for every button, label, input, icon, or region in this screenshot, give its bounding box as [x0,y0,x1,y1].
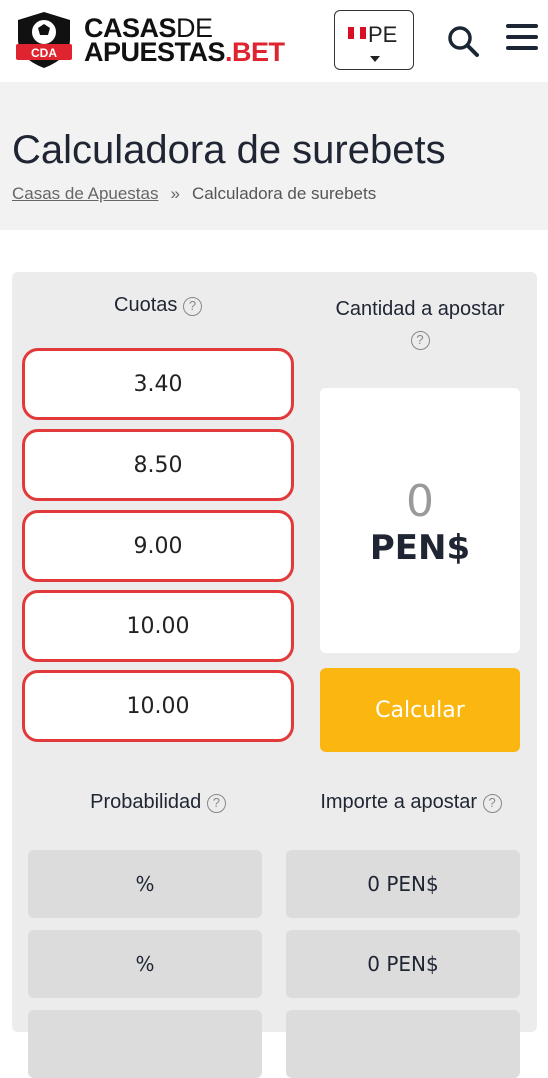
probability-cell-3 [28,1010,262,1078]
breadcrumb-separator: » [170,184,180,203]
search-icon[interactable] [446,24,480,58]
breadcrumb-link-home[interactable]: Casas de Apuestas [12,184,158,203]
odds-input-4[interactable] [22,590,294,662]
calculate-button[interactable]: Calcular [320,668,520,752]
help-icon[interactable]: ? [206,794,226,813]
odds-header: Cuotas ? [22,294,294,317]
logo-apuestas: APUESTAS [84,37,226,67]
stake-currency: PEN$ [369,528,471,568]
breadcrumb-current: Calculadora de surebets [191,184,377,203]
probability-cell-1: % [28,850,262,918]
caret-down-icon [370,56,380,62]
stake-header-label: Cantidad a apostar [335,298,505,320]
probability-header-label: Probabilidad [90,791,202,813]
site-logo[interactable]: CDA CASASDE APUESTAS.BET [12,10,285,70]
logo-badge-icon: CDA [12,10,76,70]
breadcrumb: Casas de Apuestas » Calculadora de surebet… [12,184,376,204]
surebet-calculator: Cuotas ? Cantidad a apostar ? 0 PEN$ Cal… [12,272,537,1078]
help-icon[interactable]: ? [482,794,502,813]
country-code: PE [368,22,398,47]
page-title: Calculadora de surebets [12,128,446,172]
help-icon[interactable]: ? [410,331,430,350]
amount-cell-3 [286,1010,520,1078]
country-selector[interactable]: PE [334,10,414,70]
probability-cell-2: % [28,930,262,998]
odds-input-3[interactable] [22,510,294,582]
amount-cell-1: 0 PEN$ [286,850,520,918]
amount-header: Importe a apostar ? [286,791,536,814]
odds-header-label: Cuotas [114,294,178,316]
odds-input-1[interactable] [22,348,294,420]
amount-cell-2: 0 PEN$ [286,930,520,998]
stake-value: 0 [406,476,434,527]
help-icon[interactable]: ? [182,297,202,316]
odds-input-5[interactable] [22,670,294,742]
stake-input[interactable]: 0 PEN$ [320,388,520,653]
peru-flag-icon [348,27,366,39]
logo-badge-text: CDA [31,46,57,60]
amount-header-label: Importe a apostar [320,791,478,813]
stake-header: Cantidad a apostar ? [312,294,528,354]
probability-header: Probabilidad ? [22,791,294,814]
logo-bet: .BET [225,37,285,67]
site-header: CDA CASASDE APUESTAS.BET PE [0,0,548,82]
odds-input-2[interactable] [22,429,294,501]
hamburger-menu-icon[interactable] [506,24,538,54]
